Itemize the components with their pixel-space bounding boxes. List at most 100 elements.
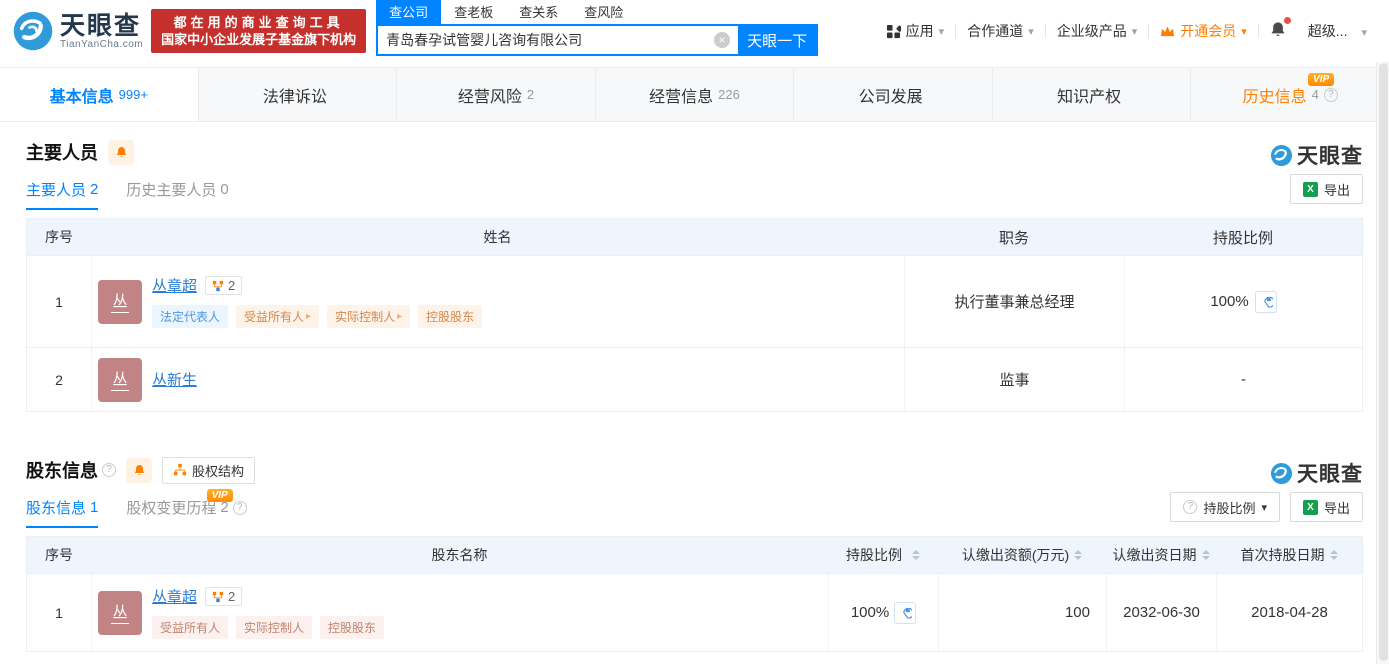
bell-icon xyxy=(1271,21,1285,36)
tab-legal[interactable]: 法律诉讼 xyxy=(198,68,398,121)
chevron-right-icon: ▸ xyxy=(397,311,403,322)
tab-basic-info[interactable]: 基本信息 999+ xyxy=(0,68,199,121)
position-cell: 监事 xyxy=(904,348,1124,411)
search-tab-relation[interactable]: 查关系 xyxy=(506,0,571,24)
col-header-subscribed-amount[interactable]: 认缴出资额(万元) xyxy=(938,537,1106,573)
tianyancha-logo-icon xyxy=(13,11,53,51)
avatar: 丛 xyxy=(98,279,142,324)
nav-account-caret[interactable]: ▾ xyxy=(1349,23,1371,39)
related-companies-badge[interactable]: 2 xyxy=(205,587,243,606)
subtab-label: 历史主要人员 xyxy=(126,182,217,199)
search-tab-risk[interactable]: 查风险 xyxy=(571,0,636,24)
ratio-value: 100% xyxy=(850,604,890,621)
tianyancha-logo[interactable]: 天眼查 TianYanCha.com xyxy=(12,10,143,52)
promo-banner: 都在用的商业查询工具 国家中小企业发展子基金旗下机构 xyxy=(151,9,367,53)
tab-label: 基本信息 xyxy=(49,88,114,106)
person-name-link[interactable]: 丛章超 xyxy=(152,586,197,607)
clear-icon[interactable]: × xyxy=(714,32,731,48)
shareholder-monitor-bell-button[interactable] xyxy=(126,457,152,483)
tag-beneficiary[interactable]: 受益所有人 ▸ xyxy=(236,305,320,328)
search-tab-company[interactable]: 查公司 xyxy=(376,0,442,24)
tab-business-info[interactable]: 经营信息 226 xyxy=(595,68,795,121)
staff-monitor-bell-button[interactable] xyxy=(108,139,134,165)
tab-history-info[interactable]: VIP 历史信息 4 ? xyxy=(1191,68,1389,121)
col-header-ratio[interactable]: 持股比例 xyxy=(828,537,938,573)
person-name-link[interactable]: 丛新生 xyxy=(152,372,197,389)
staff-export-button[interactable]: X 导出 xyxy=(1289,174,1363,204)
tag-beneficiary[interactable]: 受益所有人 xyxy=(152,616,229,639)
top-header: 天眼查 TianYanCha.com 都在用的商业查询工具 国家中小企业发展子基… xyxy=(0,0,1389,62)
content: 主要人员 天眼查 主要人员 2 历史主要人员 0 X 导出 序号 姓名 职务 持… xyxy=(0,138,1389,652)
tab-label: 经营风险 xyxy=(457,88,522,106)
related-companies-badge[interactable]: 2 xyxy=(205,276,243,295)
col-header-index: 序号 xyxy=(45,547,73,563)
shareholder-subtabs: 股东信息 1 VIP 股权变更历程 2 ? ? 持股比例 ▾ X 导出 xyxy=(26,489,1363,528)
subscription-date-cell: 2032-06-30 xyxy=(1106,574,1216,651)
promo-line1: 都在用的商业查询工具 xyxy=(173,15,344,30)
subtab-equity-change-history[interactable]: VIP 股权变更历程 2 ? xyxy=(126,489,247,528)
search-tab-boss[interactable]: 查老板 xyxy=(441,0,506,24)
watermark-text: 天眼查 xyxy=(1297,145,1363,168)
tag-controlling-shareholder[interactable]: 控股股东 xyxy=(418,305,483,328)
first-holding-date-cell: 2018-04-28 xyxy=(1216,574,1362,651)
equity-structure-label: 股权结构 xyxy=(192,463,245,479)
row-index: 1 xyxy=(55,604,63,621)
scrollbar-thumb[interactable] xyxy=(1379,63,1388,661)
nav-account[interactable]: 超级... xyxy=(1297,21,1350,41)
help-icon[interactable]: ? xyxy=(232,500,247,515)
scrollbar[interactable] xyxy=(1376,62,1389,664)
tab-operating-risk[interactable]: 经营风险 2 xyxy=(397,68,596,121)
tab-count: 2 xyxy=(526,87,535,102)
nav-enterprise[interactable]: 企业级产品 ▾ xyxy=(1046,21,1149,41)
graph-icon xyxy=(212,280,224,291)
search-area: 查公司 查老板 查关系 查风险 × 天眼一下 xyxy=(376,0,819,56)
tianyancha-watermark: 天眼查 xyxy=(1270,140,1363,170)
tab-company-development[interactable]: 公司发展 xyxy=(794,68,993,121)
col-header-first-holding-date[interactable]: 首次持股日期 xyxy=(1216,537,1362,573)
notification-bell[interactable] xyxy=(1259,16,1297,42)
help-icon[interactable]: ? xyxy=(1323,87,1338,102)
subtab-shareholder-info[interactable]: 股东信息 1 xyxy=(26,497,99,528)
table-row: 1 丛 丛章超 xyxy=(27,255,1362,347)
search-input[interactable] xyxy=(378,26,715,54)
subtab-history-staff[interactable]: 历史主要人员 0 xyxy=(126,179,228,210)
tag-controlling-shareholder[interactable]: 控股股东 xyxy=(320,616,385,639)
brand-domain: TianYanCha.com xyxy=(60,38,144,50)
pie-icon xyxy=(903,607,913,619)
tianyancha-logo-icon xyxy=(1270,144,1293,166)
help-icon[interactable]: ? xyxy=(102,463,116,477)
nav-cooperation-label: 合作通道 xyxy=(967,23,1024,39)
promo-line2: 国家中小企业发展子基金旗下机构 xyxy=(161,32,357,47)
equity-structure-button[interactable]: 股权结构 xyxy=(162,456,256,484)
tag-actual-controller[interactable]: 实际控制人 ▸ xyxy=(327,305,411,328)
subtab-current-staff[interactable]: 主要人员 2 xyxy=(26,179,99,210)
tab-intellectual-property[interactable]: 知识产权 xyxy=(992,68,1192,121)
nav-cooperation[interactable]: 合作通道 ▾ xyxy=(956,21,1045,41)
tag-actual-controller[interactable]: 实际控制人 xyxy=(236,616,313,639)
nav-apps[interactable]: 应用 ▾ xyxy=(875,21,956,41)
tag-legal-representative[interactable]: 法定代表人 xyxy=(152,305,229,328)
tab-label: 法律诉讼 xyxy=(262,88,327,106)
sort-icon xyxy=(912,550,920,560)
nav-vip-label: 开通会员 xyxy=(1180,23,1237,39)
chevron-down-icon: ▾ xyxy=(1028,25,1034,38)
staff-table-header: 序号 姓名 职务 持股比例 xyxy=(27,219,1362,255)
staff-table: 序号 姓名 职务 持股比例 1 丛 丛章超 2 法定代表人 受益所有人 ▸ 实际… xyxy=(26,218,1363,412)
col-header-subscription-date[interactable]: 认缴出资日期 xyxy=(1106,537,1216,573)
tab-count: 4 xyxy=(1311,87,1319,102)
nav-enterprise-label: 企业级产品 xyxy=(1056,23,1127,39)
shareholder-table-header: 序号 股东名称 持股比例 认缴出资额(万元) 认缴出资日期 首次持股日期 xyxy=(27,537,1362,573)
pie-chart-button[interactable] xyxy=(894,601,917,624)
shareholder-export-button[interactable]: X 导出 xyxy=(1289,492,1363,522)
ratio-filter-dropdown[interactable]: ? 持股比例 ▾ xyxy=(1170,492,1280,522)
export-label: 导出 xyxy=(1323,182,1350,198)
person-name-link[interactable]: 丛章超 xyxy=(152,275,197,296)
ratio-cell: - xyxy=(1124,348,1362,411)
tab-label: 公司发展 xyxy=(858,88,923,106)
nav-vip[interactable]: 开通会员 ▾ xyxy=(1149,21,1258,41)
pie-chart-button[interactable] xyxy=(1254,290,1277,313)
subtab-count: 2 xyxy=(90,181,99,198)
badge-count: 2 xyxy=(228,589,236,604)
vip-badge: VIP xyxy=(206,489,233,502)
search-button[interactable]: 天眼一下 xyxy=(738,26,817,54)
